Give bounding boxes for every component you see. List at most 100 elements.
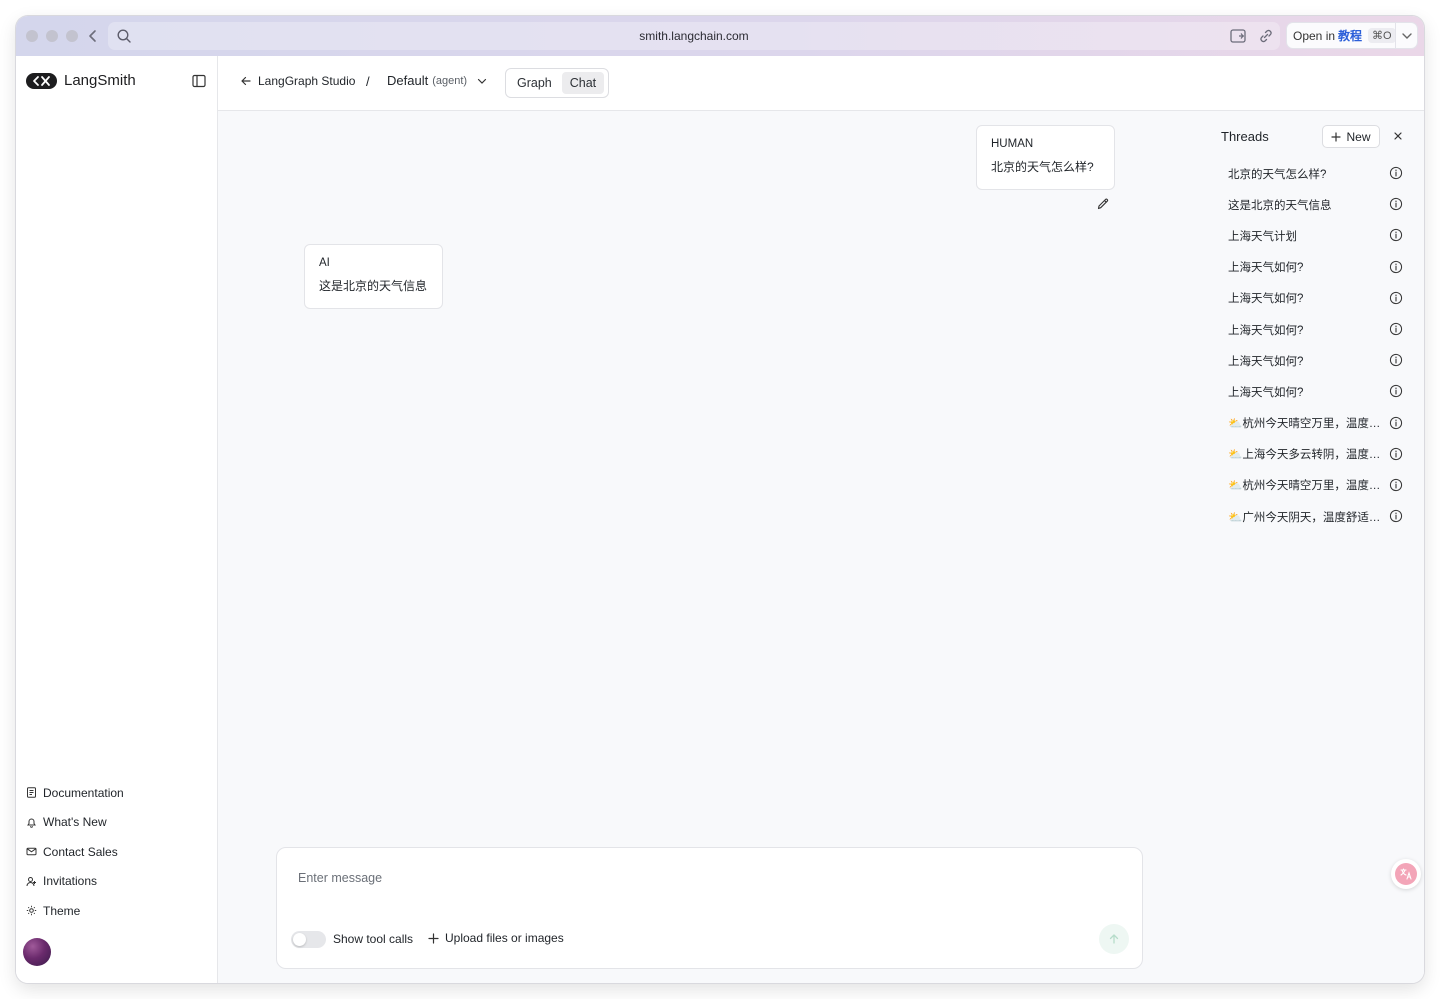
thread-item[interactable]: 上海天气计划 <box>1218 220 1418 251</box>
browser-toolbar: smith.langchain.com Open in 教程 ⌘O <box>16 16 1424 56</box>
thread-item[interactable]: 上海天气如何? <box>1218 376 1418 407</box>
zoom-window-dot[interactable] <box>66 30 78 42</box>
tab-chat[interactable]: Chat <box>561 72 605 94</box>
thread-label: 上海天气如何? <box>1228 386 1304 399</box>
upload-label: Upload files or images <box>445 931 564 945</box>
thread-item[interactable]: 上海天气如何? <box>1218 283 1418 314</box>
minimize-window-dot[interactable] <box>46 30 58 42</box>
send-button[interactable] <box>1099 924 1129 954</box>
thread-label: ⛅杭州今天晴空万里，温度宜... <box>1228 418 1384 431</box>
assistant-type: (agent) <box>432 74 468 87</box>
thread-label: 这是北京的天气信息 <box>1228 199 1332 212</box>
thread-label: 上海天气如何? <box>1228 355 1304 368</box>
thread-item[interactable]: ⛅杭州今天晴空万里，温度宜... <box>1218 470 1418 501</box>
pencil-icon[interactable] <box>1096 197 1110 211</box>
info-icon[interactable] <box>1389 384 1403 398</box>
avatar[interactable] <box>23 938 51 966</box>
info-icon[interactable] <box>1389 260 1403 274</box>
bell-icon <box>27 818 36 828</box>
plus-icon <box>428 932 439 944</box>
show-tool-calls-label: Show tool calls <box>333 932 414 946</box>
thread-label: ⛅杭州今天晴空万里，温度宜... <box>1228 480 1384 493</box>
thread-item[interactable]: 上海天气如何? <box>1218 345 1418 376</box>
info-icon[interactable] <box>1389 478 1403 492</box>
message-text: 这是北京的天气信息 <box>319 279 428 293</box>
thread-item[interactable]: ⛅广州今天阴天，温度舒适，... <box>1218 501 1418 532</box>
thread-item[interactable]: ⛅上海今天多云转阴，温度稍... <box>1218 439 1418 470</box>
sidebar-item-documentation[interactable]: Documentation <box>26 778 124 808</box>
info-icon[interactable] <box>1389 416 1403 430</box>
brand-name: LangSmith <box>64 72 136 89</box>
sidebar-item-theme[interactable]: Theme <box>26 896 124 926</box>
close-window-dot[interactable] <box>26 30 38 42</box>
thread-label: ⛅上海今天多云转阴，温度稍... <box>1228 449 1384 462</box>
thread-item[interactable]: 上海天气如何? <box>1218 314 1418 345</box>
close-icon[interactable] <box>1392 130 1404 142</box>
info-icon[interactable] <box>1389 322 1403 336</box>
thread-item[interactable]: ⛅杭州今天晴空万里，温度宜... <box>1218 408 1418 439</box>
thread-label: 上海天气如何? <box>1228 293 1304 306</box>
breadcrumb-studio: LangGraph Studio <box>258 74 356 88</box>
sidebar-item-invitations[interactable]: Invitations <box>26 867 124 897</box>
ai-message: AI 这是北京的天气信息 <box>304 244 443 309</box>
sidebar-item-label: Theme <box>43 903 81 918</box>
back-to-studio-link[interactable]: LangGraph Studio <box>240 74 355 88</box>
assistant-name: Default <box>387 73 429 88</box>
new-thread-button[interactable]: New <box>1322 125 1380 148</box>
message-composer: Enter message Show tool calls Upload fil… <box>276 847 1143 969</box>
thread-item[interactable]: 这是北京的天气信息 <box>1218 189 1418 220</box>
chat-panel: HUMAN 北京的天气怎么样? AI 这是北京的天气信息 Enter messa… <box>218 111 1206 983</box>
url-text[interactable]: smith.langchain.com <box>108 22 1280 50</box>
langsmith-logo-icon <box>26 72 57 89</box>
info-icon[interactable] <box>1389 166 1403 180</box>
plus-icon <box>1331 131 1342 142</box>
upload-button[interactable]: Upload files or images <box>428 931 564 945</box>
sidebar-item-contact-sales[interactable]: Contact Sales <box>26 837 124 867</box>
top-header: LangGraph Studio / Default (agent) Graph… <box>218 56 1424 111</box>
thread-label: 北京的天气怎么样? <box>1228 168 1327 181</box>
divider <box>1395 22 1396 49</box>
user-plus-icon <box>26 876 36 886</box>
message-input[interactable]: Enter message <box>298 871 382 885</box>
document-icon <box>27 787 36 798</box>
sidebar-item-label: Contact Sales <box>43 844 118 859</box>
link-icon[interactable] <box>1257 27 1275 45</box>
new-thread-label: New <box>1346 129 1371 144</box>
sidebar-footer-nav: Documentation What's New Contact Sales I… <box>26 778 124 926</box>
mail-icon <box>26 847 37 856</box>
chevron-down-icon <box>477 78 487 84</box>
brand-logo[interactable]: LangSmith <box>26 72 136 89</box>
threads-title: Threads <box>1221 129 1269 144</box>
chevron-down-icon[interactable] <box>1400 29 1414 43</box>
threads-panel: Threads New 北京的天气怎么样? 这是北京的天气信息 上海天气计划 上… <box>1206 111 1424 983</box>
info-icon[interactable] <box>1389 228 1403 242</box>
toggle-knob <box>293 933 306 946</box>
tab-graph[interactable]: Graph <box>509 72 560 94</box>
reader-mode-icon[interactable] <box>1229 27 1247 45</box>
info-icon[interactable] <box>1389 353 1403 367</box>
open-in-prefix: Open in <box>1293 28 1336 43</box>
thread-item[interactable]: 上海天气如何? <box>1218 252 1418 283</box>
thread-label: 上海天气如何? <box>1228 262 1304 275</box>
assistant-selector[interactable]: Default (agent) <box>387 73 489 88</box>
open-in-app-name: 教程 <box>1338 29 1363 43</box>
sidebar-toggle-icon[interactable] <box>192 74 206 88</box>
translate-extension-button[interactable] <box>1391 859 1421 889</box>
thread-item[interactable]: 北京的天气怎么样? <box>1218 158 1418 189</box>
thread-label: ⛅广州今天阴天，温度舒适，... <box>1228 511 1384 524</box>
open-in-app-button[interactable]: Open in 教程 ⌘O <box>1286 22 1418 49</box>
info-icon[interactable] <box>1389 509 1403 523</box>
thread-list: 北京的天气怎么样? 这是北京的天气信息 上海天气计划 上海天气如何? 上海天气如… <box>1218 158 1418 532</box>
info-icon[interactable] <box>1389 447 1403 461</box>
info-icon[interactable] <box>1389 197 1403 211</box>
info-icon[interactable] <box>1389 291 1403 305</box>
sidebar-item-label: What's New <box>43 815 107 830</box>
browser-back-icon[interactable] <box>84 26 102 46</box>
window-controls <box>26 30 78 42</box>
sidebar-item-whats-new[interactable]: What's New <box>26 808 124 838</box>
arrow-left-icon <box>241 76 251 86</box>
show-tool-calls-toggle[interactable] <box>291 931 326 948</box>
message-role: HUMAN <box>991 138 1034 150</box>
open-in-shortcut: ⌘O <box>1368 28 1396 43</box>
human-message: HUMAN 北京的天气怎么样? <box>976 125 1115 190</box>
